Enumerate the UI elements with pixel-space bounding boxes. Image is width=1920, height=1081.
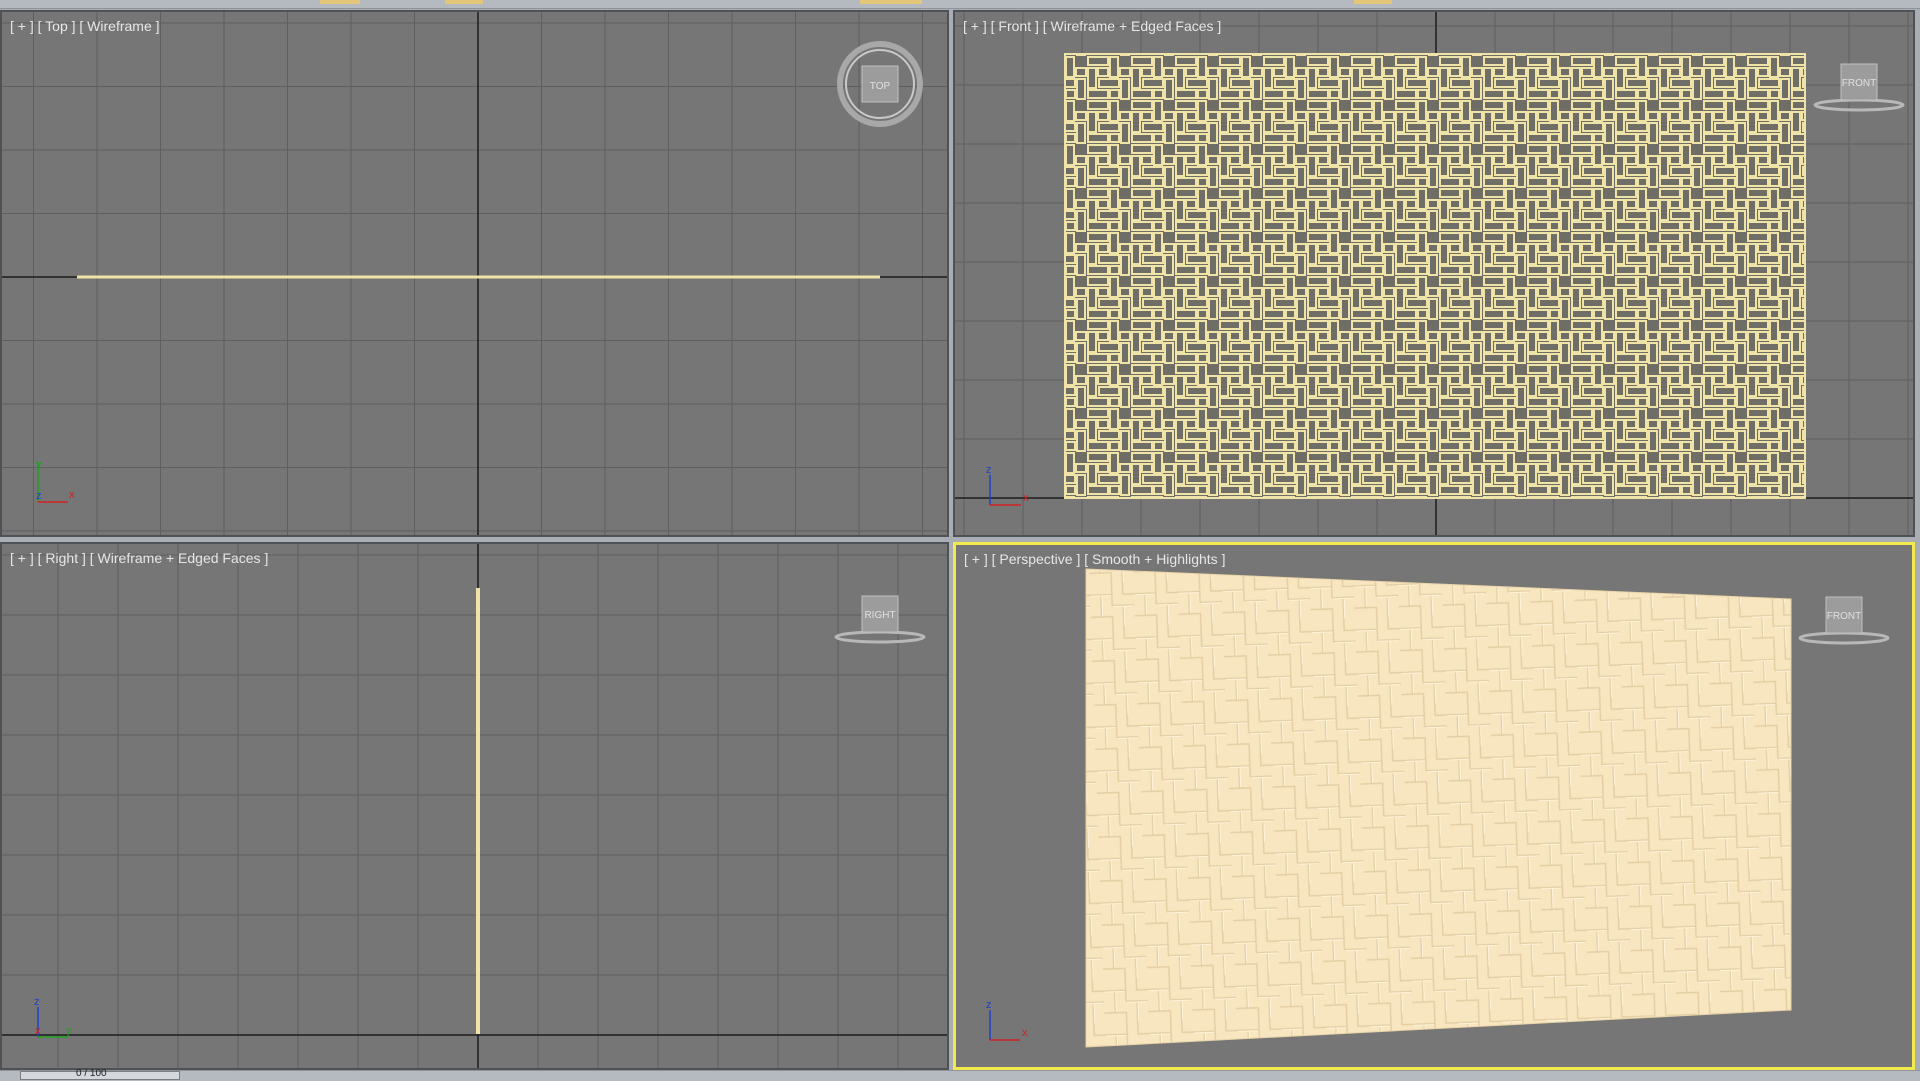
grid xyxy=(2,12,947,535)
viewport-label-perspective: [ + ] [ Perspective ] [ Smooth + Highlig… xyxy=(964,551,1225,567)
viewcube-perspective[interactable]: FRONT xyxy=(1798,596,1890,645)
viewport-shading-menu[interactable]: [ Smooth + Highlights ] xyxy=(1084,551,1225,567)
time-slider[interactable]: 0 / 100 xyxy=(20,1068,180,1080)
axis-tripod: y z x xyxy=(36,459,75,503)
viewport-top[interactable]: [ + ] [ Top ] [ Wireframe ] TOP y z x xyxy=(0,10,949,537)
viewport-view-menu[interactable]: [ Perspective ] xyxy=(992,551,1081,567)
axis-tripod: z x y xyxy=(34,996,72,1038)
viewcube-compass-ring[interactable] xyxy=(1813,98,1905,112)
axis-label-y: y xyxy=(36,459,42,471)
viewport-shading-menu[interactable]: [ Wireframe + Edged Faces ] xyxy=(1043,18,1222,34)
viewport-menu-plus[interactable]: [ + ] xyxy=(964,551,988,567)
herringbone-panel-wireframe[interactable] xyxy=(1064,53,1806,499)
viewport-canvas-front[interactable]: FRONT z x xyxy=(955,12,1913,535)
viewport-front[interactable]: [ + ] [ Front ] [ Wireframe + Edged Face… xyxy=(953,10,1915,537)
viewport-view-menu[interactable]: [ Front ] xyxy=(991,18,1039,34)
viewport-menu-plus[interactable]: [ + ] xyxy=(963,18,987,34)
axis-label-z: z xyxy=(36,490,42,502)
toolbar-highlight xyxy=(320,0,360,4)
time-slider-label: 0 / 100 xyxy=(76,1068,107,1079)
axis-label-x: x xyxy=(1022,1027,1028,1039)
viewcube-right[interactable]: RIGHT xyxy=(834,595,926,644)
viewcube-label: RIGHT xyxy=(864,610,895,621)
toolbar-highlight xyxy=(882,0,922,4)
viewport-canvas-perspective[interactable]: FRONT z x xyxy=(956,545,1912,1067)
axis-label-y: y xyxy=(66,1025,72,1037)
viewport-canvas-top[interactable]: TOP y z x xyxy=(2,12,947,535)
viewport-menu-plus[interactable]: [ + ] xyxy=(10,18,34,34)
bottom-status-strip xyxy=(0,1070,1920,1081)
viewcube-label: FRONT xyxy=(1827,611,1861,622)
viewcube-label: FRONT xyxy=(1842,78,1876,89)
axis-label-x: x xyxy=(69,489,75,501)
toolbar-highlight xyxy=(445,0,483,4)
viewport-right[interactable]: [ + ] [ Right ] [ Wireframe + Edged Face… xyxy=(0,542,949,1070)
viewport-view-menu[interactable]: [ Top ] xyxy=(38,18,76,34)
herringbone-panel-shaded[interactable] xyxy=(1085,568,1792,1048)
viewcube-compass-ring[interactable] xyxy=(1798,631,1890,645)
axis-label-z: z xyxy=(34,996,40,1008)
top-toolbar-strip xyxy=(0,0,1920,9)
axis-label-x: x xyxy=(1023,492,1029,504)
viewport-canvas-right[interactable]: RIGHT z x y xyxy=(2,544,947,1068)
viewport-menu-plus[interactable]: [ + ] xyxy=(10,550,34,566)
viewport-label-top: [ + ] [ Top ] [ Wireframe ] xyxy=(10,18,160,34)
viewcube-front[interactable]: FRONT xyxy=(1813,63,1905,112)
viewport-perspective[interactable]: [ + ] [ Perspective ] [ Smooth + Highlig… xyxy=(953,542,1915,1070)
toolbar-highlight xyxy=(1354,0,1392,4)
viewport-shading-menu[interactable]: [ Wireframe + Edged Faces ] xyxy=(90,550,269,566)
axis-label-z: z xyxy=(986,464,992,476)
viewport-label-right: [ + ] [ Right ] [ Wireframe + Edged Face… xyxy=(10,550,268,566)
viewport-view-menu[interactable]: [ Right ] xyxy=(38,550,86,566)
viewcube-top[interactable]: TOP xyxy=(837,41,923,127)
viewcube-label: TOP xyxy=(870,81,891,92)
axis-label-z: z xyxy=(986,999,992,1011)
viewport-shading-menu[interactable]: [ Wireframe ] xyxy=(79,18,159,34)
viewcube-compass-ring[interactable] xyxy=(834,630,926,644)
viewport-label-front: [ + ] [ Front ] [ Wireframe + Edged Face… xyxy=(963,18,1221,34)
grid xyxy=(2,544,947,1068)
axis-tripod: z x xyxy=(986,999,1028,1041)
axis-label-x: x xyxy=(35,1025,41,1037)
